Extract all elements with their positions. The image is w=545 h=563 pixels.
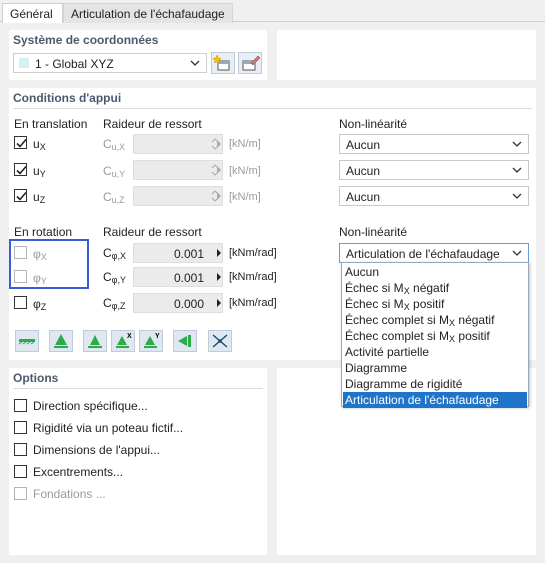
- ux-label: uX: [33, 137, 46, 152]
- uz-checkbox[interactable]: [14, 189, 27, 202]
- cuz-input: [133, 186, 223, 206]
- support-cross-icon[interactable]: [208, 330, 232, 352]
- divider: [13, 388, 263, 389]
- nonlin-header: Non-linéarité: [339, 117, 408, 131]
- chevron-down-icon: [512, 193, 522, 199]
- divider: [13, 108, 532, 109]
- fictive-column-checkbox[interactable]: [14, 421, 27, 434]
- dropdown-item[interactable]: Diagramme: [343, 360, 527, 376]
- foundations-label: Fondations ...: [33, 487, 106, 501]
- coord-select-value: 1 - Global XYZ: [35, 57, 114, 71]
- phiz-checkbox[interactable]: [14, 296, 27, 309]
- tab-bar: Général Articulation de l'échafaudage: [0, 0, 545, 23]
- dropdown-item[interactable]: Échec complet si MX positif: [343, 328, 527, 344]
- coords-panel: Système de coordonnées 1 - Global XYZ: [9, 30, 267, 80]
- dropdown-item[interactable]: Aucun: [343, 264, 527, 280]
- edit-coord-system-icon[interactable]: [238, 52, 262, 74]
- tab-general[interactable]: Général: [2, 3, 63, 23]
- dropdown-item[interactable]: Échec si MX positif: [343, 296, 527, 312]
- rotation-nonlin-select[interactable]: Articulation de l'échafaudage: [339, 243, 529, 263]
- phiy-checkbox[interactable]: [14, 270, 27, 283]
- coord-color-swatch: [19, 58, 29, 68]
- uy-checkbox[interactable]: [14, 163, 27, 176]
- support-dimensions-label[interactable]: Dimensions de l'appui...: [33, 443, 160, 457]
- specific-direction-label[interactable]: Direction spécifique...: [33, 399, 148, 413]
- cux-unit: [kN/m]: [229, 138, 261, 150]
- fictive-column-label[interactable]: Rigidité via un poteau fictif...: [33, 421, 183, 435]
- options-title: Options: [13, 371, 59, 385]
- coords-title: Système de coordonnées: [13, 33, 159, 47]
- support-wall-icon[interactable]: [173, 330, 197, 352]
- cux-arrow-icon[interactable]: [217, 140, 221, 148]
- cuy-arrow-icon[interactable]: [217, 166, 221, 174]
- dropdown-item[interactable]: Échec complet si MX négatif: [343, 312, 527, 328]
- spring-header: Raideur de ressort: [103, 117, 202, 131]
- cphiz-arrow-icon[interactable]: [217, 299, 221, 307]
- uz-nonlin-select[interactable]: Aucun: [339, 186, 529, 206]
- svg-text:X: X: [127, 333, 132, 340]
- cphix-unit: [kNm/rad]: [229, 247, 277, 259]
- nonlin-dropdown-list: Aucun Échec si MX négatif Échec si MX po…: [341, 262, 529, 408]
- cphiz-unit: [kNm/rad]: [229, 297, 277, 309]
- coord-system-select[interactable]: 1 - Global XYZ: [13, 53, 207, 73]
- nonlin-header-rotation: Non-linéarité: [339, 225, 408, 239]
- support-free-y-icon[interactable]: Y: [139, 330, 163, 352]
- cphiy-arrow-icon[interactable]: [217, 273, 221, 281]
- support-hinged-icon[interactable]: [49, 330, 73, 352]
- uy-label: uY: [33, 164, 46, 179]
- dropdown-item-selected[interactable]: Articulation de l'échafaudage: [343, 392, 527, 408]
- support-dimensions-checkbox[interactable]: [14, 443, 27, 456]
- phix-checkbox[interactable]: [14, 246, 27, 259]
- chevron-down-icon: [512, 250, 522, 256]
- conditions-title: Conditions d'appui: [13, 91, 122, 105]
- cux-label: Cu,X: [103, 137, 126, 152]
- cphiy-unit: [kNm/rad]: [229, 271, 277, 283]
- cuy-label: Cu,Y: [103, 164, 126, 179]
- cphix-arrow-icon[interactable]: [217, 249, 221, 257]
- specific-direction-checkbox[interactable]: [14, 399, 27, 412]
- cphiy-input[interactable]: 0.001: [133, 267, 223, 287]
- uz-label: uZ: [33, 190, 46, 205]
- coords-right-panel: [277, 30, 536, 80]
- foundations-checkbox[interactable]: [14, 487, 27, 500]
- dropdown-item[interactable]: Diagramme de rigidité: [343, 376, 527, 392]
- rotation-header: En rotation: [14, 225, 73, 239]
- svg-text:Y: Y: [155, 333, 160, 340]
- cuz-arrow-icon[interactable]: [217, 192, 221, 200]
- new-coord-system-icon[interactable]: [211, 52, 235, 74]
- cphiz-label: Cφ,Z: [103, 296, 126, 311]
- chevron-down-icon: [190, 60, 200, 66]
- support-none-icon[interactable]: [15, 330, 39, 352]
- cuz-unit: [kN/m]: [229, 191, 261, 203]
- cuy-unit: [kN/m]: [229, 165, 261, 177]
- cux-input: [133, 134, 223, 154]
- phiy-label: φY: [33, 271, 47, 286]
- ux-checkbox[interactable]: [14, 136, 27, 149]
- options-panel: Options Direction spécifique... Rigidité…: [9, 368, 267, 555]
- support-free-x-icon[interactable]: X: [111, 330, 135, 352]
- ux-nonlin-select[interactable]: Aucun: [339, 134, 529, 154]
- phix-label: φX: [33, 247, 47, 262]
- dropdown-item[interactable]: Activité partielle: [343, 344, 527, 360]
- support-fixed-icon[interactable]: [83, 330, 107, 352]
- tab-articulation[interactable]: Articulation de l'échafaudage: [63, 3, 233, 23]
- chevron-down-icon: [512, 141, 522, 147]
- uy-nonlin-select[interactable]: Aucun: [339, 160, 529, 180]
- cphiz-input[interactable]: 0.000: [133, 293, 223, 313]
- eccentricities-checkbox[interactable]: [14, 465, 27, 478]
- spring-header-rotation: Raideur de ressort: [103, 225, 202, 239]
- cphix-input[interactable]: 0.001: [133, 243, 223, 263]
- cphiy-label: Cφ,Y: [103, 270, 127, 285]
- dropdown-item[interactable]: Échec si MX négatif: [343, 280, 527, 296]
- eccentricities-label[interactable]: Excentrements...: [33, 465, 123, 479]
- chevron-down-icon: [512, 167, 522, 173]
- cuy-input: [133, 160, 223, 180]
- translation-header: En translation: [14, 117, 88, 131]
- phiz-label: φZ: [33, 297, 47, 312]
- cuz-label: Cu,Z: [103, 190, 125, 205]
- cphix-label: Cφ,X: [103, 246, 127, 261]
